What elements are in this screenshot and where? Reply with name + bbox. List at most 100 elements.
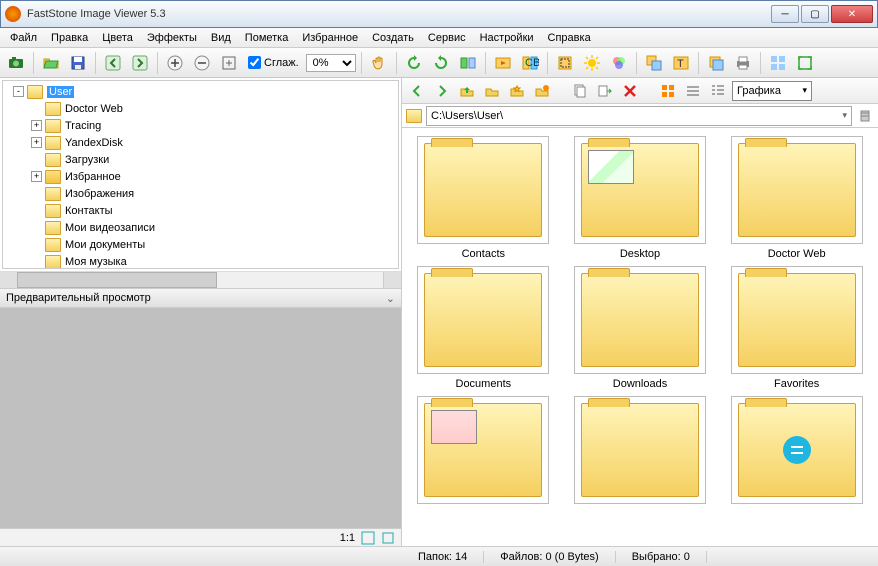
tree-toggle-icon[interactable]: +	[31, 171, 42, 182]
thumbnail-item[interactable]	[567, 396, 714, 508]
folder-icon	[45, 119, 61, 133]
menu-цвета[interactable]: Цвета	[96, 30, 139, 46]
tree-label: Мои документы	[65, 239, 145, 251]
nav-new-folder-icon[interactable]	[531, 80, 553, 102]
tree-item[interactable]: Моя музыка	[5, 253, 396, 269]
smooth-input[interactable]	[248, 56, 261, 69]
fullscreen-icon[interactable]	[793, 51, 817, 75]
tree-item[interactable]: Doctor Web	[5, 100, 396, 117]
tree-hscrollbar[interactable]	[0, 271, 401, 288]
menu-создать[interactable]: Создать	[366, 30, 420, 46]
thumbnail-item[interactable]: Desktop	[567, 136, 714, 260]
thumbnail-item[interactable]	[410, 396, 557, 508]
camera-icon[interactable]	[4, 51, 28, 75]
maximize-button[interactable]: ▢	[801, 5, 829, 23]
nav-move-icon[interactable]	[594, 80, 616, 102]
resize-icon[interactable]	[642, 51, 666, 75]
close-button[interactable]: ✕	[831, 5, 873, 23]
batch-icon[interactable]	[704, 51, 728, 75]
expand-icon[interactable]	[381, 531, 395, 545]
tree-item[interactable]: + Избранное	[5, 168, 396, 185]
view-list-icon[interactable]	[682, 80, 704, 102]
tree-toggle-icon	[31, 188, 42, 199]
folder-tree[interactable]: -UserDoctor Web+Tracing+YandexDiskЗагруз…	[2, 80, 399, 269]
left-pane: -UserDoctor Web+Tracing+YandexDiskЗагруз…	[0, 78, 402, 546]
zoom-out-icon[interactable]	[190, 51, 214, 75]
thumbnail-item[interactable]: Favorites	[723, 266, 870, 390]
tree-item[interactable]: Контакты	[5, 202, 396, 219]
nav-toolbar: Графика	[402, 78, 878, 104]
tree-item[interactable]: -User	[5, 83, 396, 100]
next-icon[interactable]	[128, 51, 152, 75]
brightness-icon[interactable]	[580, 51, 604, 75]
favorites-folder-icon	[45, 170, 61, 184]
nav-back-icon[interactable]	[406, 80, 428, 102]
color-icon[interactable]	[607, 51, 631, 75]
nav-copy-icon[interactable]	[569, 80, 591, 102]
flip-icon[interactable]	[456, 51, 480, 75]
menu-избранное[interactable]: Избранное	[296, 30, 364, 46]
print-icon[interactable]	[731, 51, 755, 75]
nav-forward-icon[interactable]	[431, 80, 453, 102]
preview-footer: 1:1	[0, 528, 401, 546]
zoom-fit-icon[interactable]	[217, 51, 241, 75]
window-title: FastStone Image Viewer 5.3	[27, 8, 771, 20]
prev-icon[interactable]	[101, 51, 125, 75]
chevron-down-icon[interactable]: ⌄	[386, 292, 395, 305]
slideshow-icon[interactable]	[491, 51, 515, 75]
rotate-right-icon[interactable]	[429, 51, 453, 75]
menu-правка[interactable]: Правка	[45, 30, 94, 46]
menu-эффекты[interactable]: Эффекты	[141, 30, 203, 46]
tree-item[interactable]: + YandexDisk	[5, 134, 396, 151]
thumbnail-item[interactable]: Doctor Web	[723, 136, 870, 260]
text-icon[interactable]: T	[669, 51, 693, 75]
crop-icon[interactable]	[553, 51, 577, 75]
menu-пометка[interactable]: Пометка	[239, 30, 295, 46]
menu-настройки[interactable]: Настройки	[474, 30, 540, 46]
tree-item[interactable]: Мои документы	[5, 236, 396, 253]
menu-сервис[interactable]: Сервис	[422, 30, 472, 46]
nav-fav-icon[interactable]	[506, 80, 528, 102]
statusbar: Папок: 14 Файлов: 0 (0 Bytes) Выбрано: 0	[0, 546, 878, 566]
folder-icon	[45, 238, 61, 252]
thumbnail-item[interactable]: Downloads	[567, 266, 714, 390]
save-icon[interactable]	[66, 51, 90, 75]
thumbnail-grid[interactable]: Contacts DesktopDoctor Web DocumentsDownlo…	[402, 128, 878, 546]
nav-up-icon[interactable]	[456, 80, 478, 102]
minimize-button[interactable]: ─	[771, 5, 799, 23]
menu-вид[interactable]: Вид	[205, 30, 237, 46]
settings-icon[interactable]	[766, 51, 790, 75]
nav-home-icon[interactable]	[481, 80, 503, 102]
nav-delete-icon[interactable]	[619, 80, 641, 102]
address-input[interactable]: C:\Users\User\	[426, 106, 852, 126]
thumbnail-item[interactable]	[723, 396, 870, 508]
thumbnail-item[interactable]: Contacts	[410, 136, 557, 260]
menu-справка[interactable]: Справка	[542, 30, 597, 46]
tree-item[interactable]: Загрузки	[5, 151, 396, 168]
tree-item[interactable]: +Tracing	[5, 117, 396, 134]
preview-header[interactable]: Предварительный просмотр ⌄	[0, 288, 401, 308]
tree-toggle-icon[interactable]: +	[31, 137, 42, 148]
compare-icon[interactable]: CB	[518, 51, 542, 75]
menu-файл[interactable]: Файл	[4, 30, 43, 46]
fit-icon[interactable]	[361, 531, 375, 545]
thumbnail-item[interactable]: Documents	[410, 266, 557, 390]
tree-label: Избранное	[65, 171, 121, 183]
open-folder-icon[interactable]	[39, 51, 63, 75]
thumbnail-label: Contacts	[462, 248, 505, 260]
tree-item[interactable]: Изображения	[5, 185, 396, 202]
view-thumbs-icon[interactable]	[657, 80, 679, 102]
zoom-in-icon[interactable]	[163, 51, 187, 75]
tree-label: YandexDisk	[65, 137, 123, 149]
rotate-left-icon[interactable]	[402, 51, 426, 75]
tree-toggle-icon[interactable]: -	[13, 86, 24, 97]
hand-tool-icon[interactable]	[367, 51, 391, 75]
zoom-select[interactable]: 0%	[306, 54, 356, 72]
svg-text:B: B	[533, 57, 539, 69]
tree-item[interactable]: Мои видеозаписи	[5, 219, 396, 236]
view-mode-dropdown[interactable]: Графика	[732, 81, 812, 101]
address-config-icon[interactable]	[856, 107, 874, 125]
smooth-checkbox[interactable]: Сглаж.	[248, 56, 299, 69]
view-details-icon[interactable]	[707, 80, 729, 102]
tree-toggle-icon[interactable]: +	[31, 120, 42, 131]
